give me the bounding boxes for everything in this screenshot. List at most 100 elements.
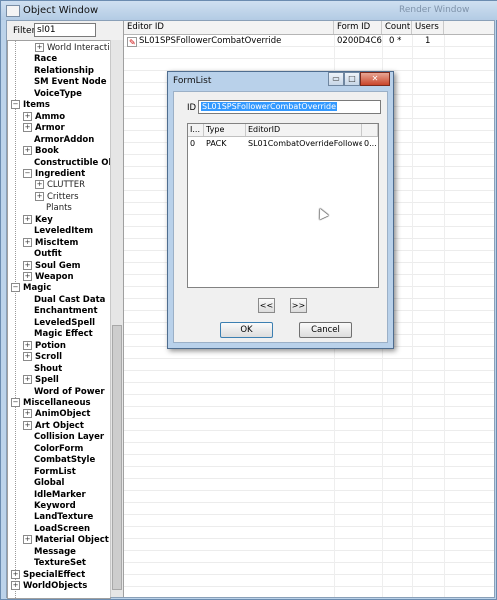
tree-item[interactable]: Enchantment bbox=[23, 306, 98, 317]
category-tree[interactable]: + World Interactio Race Relationship SM Even… bbox=[7, 40, 111, 599]
tree-scrollbar[interactable] bbox=[110, 40, 123, 597]
tree-item[interactable]: LoadScreen bbox=[23, 524, 90, 535]
tree-item[interactable]: Dual Cast Data bbox=[23, 295, 105, 306]
filter-input[interactable] bbox=[34, 23, 96, 37]
expand-icon[interactable]: + bbox=[23, 111, 32, 121]
expand-icon[interactable]: + bbox=[35, 180, 44, 190]
expand-icon[interactable]: + bbox=[23, 123, 32, 133]
expand-icon[interactable]: + bbox=[35, 43, 44, 52]
tree-item[interactable]: + WorldObjects bbox=[11, 581, 87, 592]
column-editor-id[interactable]: Editor ID bbox=[124, 21, 334, 34]
tree-item[interactable]: + SpecialEffect bbox=[11, 569, 85, 581]
tree-item[interactable]: Race bbox=[23, 54, 57, 65]
tree-item[interactable]: + Spell bbox=[23, 375, 59, 386]
next-button[interactable]: >> bbox=[290, 298, 307, 313]
expand-icon[interactable]: + bbox=[11, 569, 20, 579]
tree-item[interactable]: + Soul Gem bbox=[23, 260, 80, 272]
tree-item[interactable]: + Potion bbox=[23, 340, 66, 352]
tree-item[interactable]: FormList bbox=[23, 467, 76, 478]
tree-item[interactable]: SM Event Node bbox=[23, 77, 107, 88]
expand-icon[interactable]: + bbox=[35, 191, 44, 201]
tree-item[interactable]: + Critters bbox=[35, 191, 79, 203]
tree-item[interactable]: + World Interactio bbox=[35, 43, 110, 54]
tree-item-label: Items bbox=[23, 100, 50, 111]
tree-item[interactable]: + Armor bbox=[23, 123, 65, 134]
tree-item[interactable]: Global bbox=[23, 478, 64, 489]
tree-item[interactable]: CombatStyle bbox=[23, 455, 95, 466]
expand-icon[interactable]: + bbox=[23, 375, 32, 385]
expand-icon[interactable]: + bbox=[11, 581, 20, 591]
expand-icon[interactable]: + bbox=[23, 352, 32, 362]
tree-item[interactable]: + Weapon bbox=[23, 272, 74, 283]
column-editor-id[interactable]: EditorID bbox=[246, 124, 362, 136]
table-row[interactable]: 0 PACK SL01CombatOverrideFollowe... 0... bbox=[188, 138, 378, 149]
tree-item[interactable]: − Ingredient bbox=[23, 168, 85, 180]
tree-item[interactable]: ArmorAddon bbox=[23, 135, 94, 146]
tree-item[interactable]: VoiceType bbox=[23, 89, 82, 100]
tree-item[interactable]: ColorForm bbox=[23, 444, 83, 455]
tree-item-label: Global bbox=[34, 478, 65, 489]
tree-item[interactable]: + Material Object bbox=[23, 535, 109, 546]
tree-item[interactable]: Keyword bbox=[23, 501, 76, 512]
window-icon bbox=[6, 5, 20, 17]
tree-item[interactable]: + Art Object bbox=[23, 420, 84, 432]
previous-button[interactable]: << bbox=[258, 298, 275, 313]
tree-item[interactable]: + Book bbox=[23, 146, 59, 157]
tree-item[interactable]: Shout bbox=[23, 364, 62, 375]
expand-icon[interactable]: + bbox=[23, 535, 32, 545]
tree-item-label: Race bbox=[34, 54, 58, 65]
column-type[interactable]: Type bbox=[204, 124, 246, 136]
tree-item[interactable]: LandTexture bbox=[23, 512, 93, 523]
tree-item[interactable]: Word of Power bbox=[23, 387, 105, 398]
expand-icon[interactable]: + bbox=[23, 272, 32, 281]
column-count[interactable]: Count bbox=[382, 21, 412, 34]
formlist-table[interactable]: I... Type EditorID 0 PACK SL01CombatOver… bbox=[187, 123, 379, 288]
expand-icon[interactable]: + bbox=[23, 340, 32, 350]
tree-item[interactable]: + Scroll bbox=[23, 352, 62, 363]
collapse-icon[interactable]: − bbox=[11, 100, 20, 110]
cancel-button[interactable]: Cancel bbox=[299, 322, 352, 338]
collapse-icon[interactable]: − bbox=[11, 283, 20, 293]
expand-icon[interactable]: + bbox=[23, 214, 32, 224]
tree-item[interactable]: + CLUTTER bbox=[35, 180, 85, 191]
list-item[interactable]: ✎ SL01SPSFollowerCombatOverride 0200D4C6… bbox=[124, 35, 494, 47]
tree-item[interactable]: IdleMarker bbox=[23, 490, 86, 501]
column-users[interactable]: Users bbox=[412, 21, 444, 34]
tree-item[interactable]: + Ammo bbox=[23, 111, 65, 123]
expand-icon[interactable]: + bbox=[23, 420, 32, 430]
tree-item[interactable]: LeveledSpell bbox=[23, 318, 95, 329]
tree-item-label: TextureSet bbox=[34, 558, 86, 569]
column-form-id[interactable]: Form ID bbox=[334, 21, 382, 34]
collapse-icon[interactable]: − bbox=[11, 397, 20, 407]
tree-item[interactable]: + Key bbox=[23, 214, 53, 226]
expand-icon[interactable]: + bbox=[23, 409, 32, 419]
tree-item[interactable]: + MiscItem bbox=[23, 237, 78, 249]
tree-item[interactable]: TextureSet bbox=[23, 558, 86, 569]
tree-item-label: Magic Effect bbox=[34, 329, 93, 340]
tree-item[interactable]: − Items bbox=[11, 100, 50, 111]
tree-item[interactable]: + AnimObject bbox=[23, 409, 91, 420]
ok-button[interactable]: OK bbox=[220, 322, 273, 338]
column-extra[interactable] bbox=[362, 124, 378, 136]
close-icon[interactable]: ✕ bbox=[360, 72, 390, 86]
expand-icon[interactable]: + bbox=[23, 146, 32, 156]
maximize-icon[interactable]: □ bbox=[344, 72, 360, 86]
expand-icon[interactable]: + bbox=[23, 237, 32, 247]
tree-item[interactable]: Message bbox=[23, 547, 76, 558]
tree-item[interactable]: Plants bbox=[35, 203, 72, 214]
collapse-icon[interactable]: − bbox=[23, 168, 32, 178]
id-field[interactable]: SL01SPSFollowerCombatOverride bbox=[198, 100, 381, 114]
tree-item[interactable]: Magic Effect bbox=[23, 329, 93, 340]
tree-item[interactable]: LeveledItem bbox=[23, 226, 93, 237]
tree-item[interactable]: Relationship bbox=[23, 66, 94, 77]
tree-scrollbar-thumb[interactable] bbox=[112, 325, 122, 590]
tree-item[interactable]: Constructible Ob bbox=[23, 158, 110, 169]
title-bar[interactable]: Object Window Render Window bbox=[1, 1, 497, 20]
tree-item[interactable]: − Magic bbox=[11, 283, 51, 294]
tree-item[interactable]: Collision Layer bbox=[23, 432, 104, 443]
column-index[interactable]: I... bbox=[188, 124, 204, 136]
expand-icon[interactable]: + bbox=[23, 260, 32, 270]
tree-item[interactable]: − Miscellaneous bbox=[11, 397, 91, 409]
minimize-icon[interactable]: ▭ bbox=[328, 72, 344, 86]
tree-item[interactable]: Outfit bbox=[23, 249, 62, 260]
